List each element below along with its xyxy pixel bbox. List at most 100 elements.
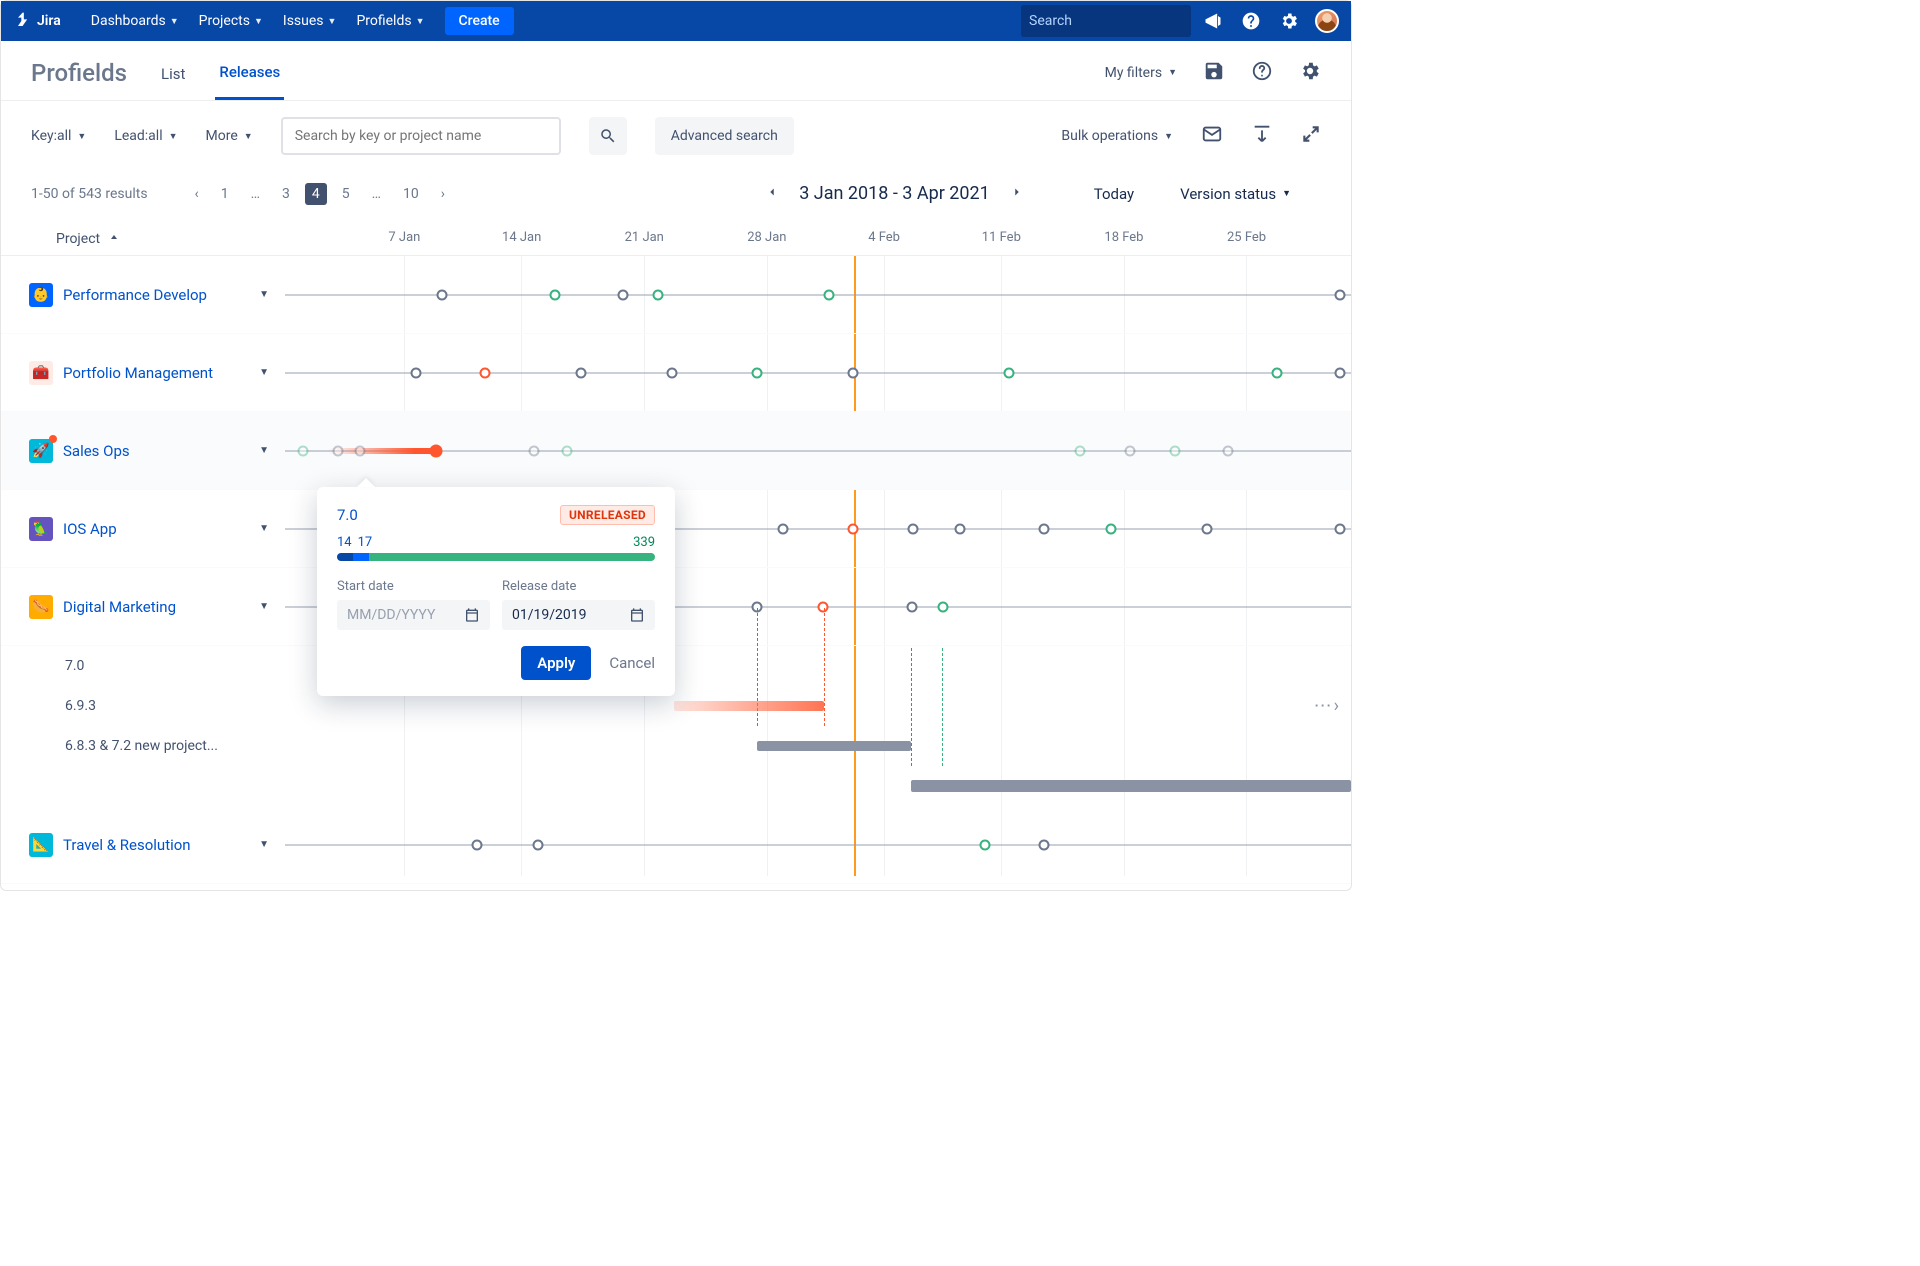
apply-button[interactable]: Apply [521, 646, 591, 680]
expand-toggle[interactable]: ▼ [259, 445, 269, 456]
filter-lead[interactable]: Lead:all▼ [114, 128, 177, 144]
version-marker[interactable] [1106, 523, 1117, 534]
version-marker[interactable] [907, 523, 918, 534]
global-search[interactable] [1021, 5, 1191, 37]
version-marker[interactable] [549, 289, 560, 300]
version-marker[interactable] [1202, 523, 1213, 534]
nav-dashboards[interactable]: Dashboards▼ [81, 1, 189, 41]
version-marker[interactable] [1075, 445, 1086, 456]
version-name[interactable]: 6.8.3 & 7.2 new project... [65, 738, 218, 754]
version-marker[interactable] [1335, 523, 1346, 534]
expand-toggle[interactable]: ▼ [259, 601, 269, 612]
version-marker[interactable] [1272, 367, 1283, 378]
nav-profields[interactable]: Profields▼ [346, 1, 434, 41]
version-marker[interactable] [436, 289, 447, 300]
expand-toggle[interactable]: ▼ [259, 367, 269, 378]
version-marker[interactable] [471, 839, 482, 850]
search-input[interactable] [1029, 13, 1207, 29]
version-marker[interactable] [1223, 445, 1234, 456]
more-icon[interactable]: ⋯› [1314, 696, 1341, 717]
version-name[interactable]: 7.0 [65, 658, 84, 674]
jira-logo[interactable]: Jira [13, 11, 61, 31]
version-marker[interactable] [823, 289, 834, 300]
search-button[interactable] [589, 117, 627, 155]
tab-releases[interactable]: Releases [215, 45, 284, 100]
stat-done[interactable]: 339 [633, 535, 655, 550]
expand-toggle[interactable]: ▼ [259, 523, 269, 534]
version-name[interactable]: 6.9.3 [65, 698, 96, 714]
version-marker[interactable] [906, 601, 917, 612]
mail-icon[interactable] [1201, 123, 1223, 149]
version-marker[interactable] [1170, 445, 1181, 456]
help-icon[interactable] [1235, 5, 1267, 37]
project-name-link[interactable]: Travel & Resolution [63, 836, 191, 854]
export-icon[interactable] [1251, 123, 1273, 149]
start-date-input[interactable]: MM/DD/YYYY [337, 600, 490, 630]
tab-list[interactable]: List [157, 47, 189, 99]
version-bar[interactable] [911, 780, 1351, 792]
release-date-input[interactable]: 01/19/2019 [502, 600, 655, 630]
page-4[interactable]: 4 [305, 183, 327, 205]
stat-todo[interactable]: 14 [337, 535, 352, 550]
page-next[interactable]: › [434, 183, 452, 205]
user-avatar[interactable] [1315, 9, 1339, 33]
page-3[interactable]: 3 [275, 183, 297, 205]
project-column-header[interactable]: Project [1, 222, 285, 255]
date-next[interactable] [1006, 179, 1028, 208]
fullscreen-icon[interactable] [1301, 124, 1321, 148]
version-marker[interactable] [617, 289, 628, 300]
version-marker[interactable] [666, 367, 677, 378]
feedback-icon[interactable] [1197, 5, 1229, 37]
version-marker[interactable] [1335, 367, 1346, 378]
version-marker[interactable] [333, 445, 344, 456]
version-marker[interactable] [529, 445, 540, 456]
version-marker[interactable] [818, 601, 829, 612]
nav-issues[interactable]: Issues▼ [273, 1, 347, 41]
project-search-input[interactable] [281, 117, 561, 155]
settings-icon[interactable] [1273, 5, 1305, 37]
version-marker[interactable] [1038, 839, 1049, 850]
page-10[interactable]: 10 [396, 183, 426, 205]
version-marker[interactable] [298, 445, 309, 456]
version-marker[interactable] [1003, 367, 1014, 378]
page-5[interactable]: 5 [335, 183, 357, 205]
version-marker[interactable] [954, 523, 965, 534]
version-marker[interactable] [752, 367, 763, 378]
my-filters-dropdown[interactable]: My filters▼ [1105, 65, 1177, 81]
version-marker[interactable] [937, 601, 948, 612]
version-marker[interactable] [980, 839, 991, 850]
version-marker[interactable] [576, 367, 587, 378]
version-marker[interactable] [480, 367, 491, 378]
filter-more[interactable]: More▼ [206, 128, 253, 144]
page-1[interactable]: 1 [214, 183, 236, 205]
version-marker[interactable] [653, 289, 664, 300]
nav-projects[interactable]: Projects▼ [189, 1, 273, 41]
popover-version[interactable]: 7.0 [337, 506, 358, 524]
version-status-dropdown[interactable]: Version status▼ [1180, 185, 1291, 203]
project-name-link[interactable]: Digital Marketing [63, 598, 176, 616]
version-bar[interactable] [674, 701, 824, 711]
date-prev[interactable] [761, 179, 783, 208]
version-marker-active[interactable] [430, 444, 443, 457]
settings-button[interactable] [1299, 60, 1321, 86]
version-marker[interactable] [1335, 289, 1346, 300]
expand-toggle[interactable]: ▼ [259, 289, 269, 300]
cancel-button[interactable]: Cancel [609, 654, 655, 672]
advanced-search-button[interactable]: Advanced search [655, 117, 794, 155]
expand-toggle[interactable]: ▼ [259, 839, 269, 850]
version-bar[interactable] [757, 741, 911, 751]
help-button[interactable] [1251, 60, 1273, 86]
page-prev[interactable]: ‹ [188, 183, 206, 205]
version-marker[interactable] [562, 445, 573, 456]
today-button[interactable]: Today [1094, 185, 1134, 203]
version-marker[interactable] [411, 367, 422, 378]
version-marker[interactable] [848, 523, 859, 534]
version-marker[interactable] [354, 445, 365, 456]
project-name-link[interactable]: Portfolio Management [63, 364, 213, 382]
version-marker[interactable] [1038, 523, 1049, 534]
project-name-link[interactable]: Sales Ops [63, 442, 130, 460]
version-marker[interactable] [848, 367, 859, 378]
filter-key[interactable]: Key:all▼ [31, 128, 86, 144]
save-icon[interactable] [1203, 60, 1225, 86]
create-button[interactable]: Create [445, 7, 514, 35]
